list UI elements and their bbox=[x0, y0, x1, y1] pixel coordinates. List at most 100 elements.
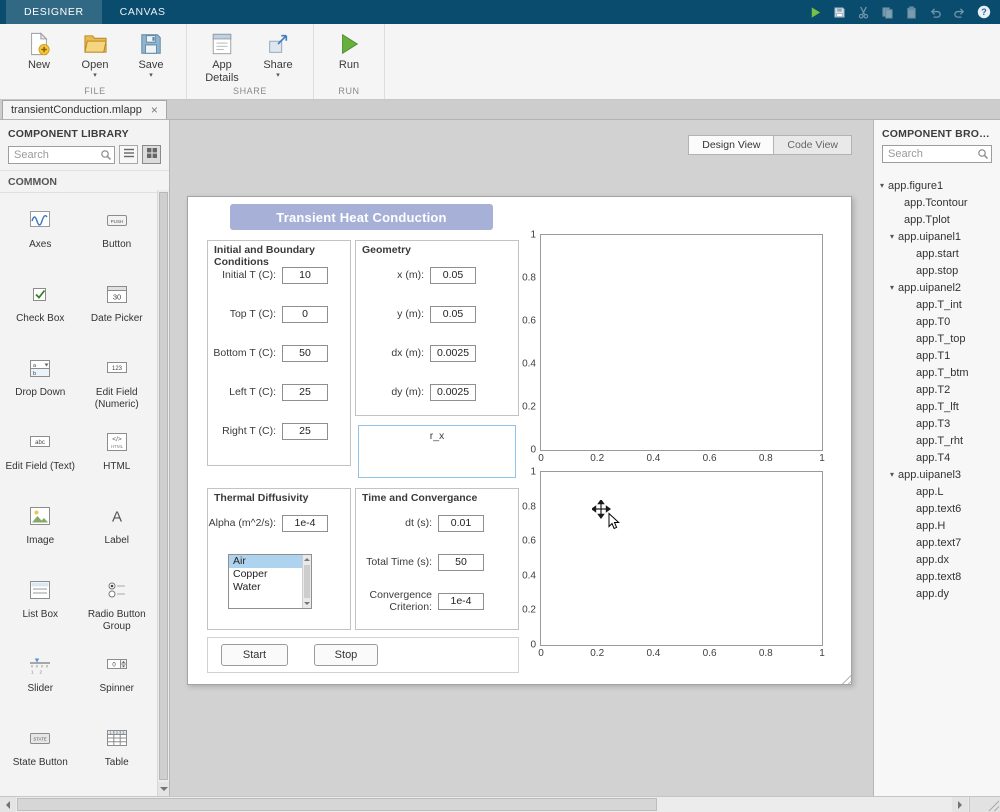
listbox-item-copper[interactable]: Copper bbox=[229, 568, 304, 581]
library-search-input[interactable] bbox=[8, 146, 115, 164]
library-item-slider[interactable]: 12Slider bbox=[2, 643, 79, 717]
listbox-item-water[interactable]: Water bbox=[229, 581, 304, 594]
selected-label-component[interactable]: r_x bbox=[358, 425, 516, 478]
cut-icon[interactable] bbox=[855, 4, 872, 21]
browser-search-input[interactable] bbox=[882, 145, 992, 163]
code-view-button[interactable]: Code View bbox=[774, 135, 852, 155]
dy-m-input[interactable] bbox=[430, 384, 476, 401]
design-view-button[interactable]: Design View bbox=[688, 135, 774, 155]
library-item-date-picker[interactable]: 30Date Picker bbox=[79, 273, 156, 347]
tree-item-app-text6[interactable]: app.text6 bbox=[874, 500, 1000, 517]
tree-expander-icon[interactable]: ▾ bbox=[880, 181, 884, 190]
tree-item-app-t-rht[interactable]: app.T_rht bbox=[874, 432, 1000, 449]
library-item-state-button[interactable]: STATEState Button bbox=[2, 717, 79, 791]
canvas-resize-handle[interactable] bbox=[838, 671, 851, 684]
left-t-c-input[interactable] bbox=[282, 384, 328, 401]
initial-t-c-input[interactable] bbox=[282, 267, 328, 284]
tree-expander-icon[interactable]: ▾ bbox=[890, 283, 894, 292]
open-button[interactable]: Open▾ bbox=[72, 28, 118, 79]
tree-item-app-stop[interactable]: app.stop bbox=[874, 262, 1000, 279]
redo-icon[interactable] bbox=[951, 4, 968, 21]
dt-s-input[interactable] bbox=[438, 515, 484, 532]
tree-item-app-h[interactable]: app.H bbox=[874, 517, 1000, 534]
save-icon[interactable] bbox=[831, 4, 848, 21]
y-m-input[interactable] bbox=[430, 306, 476, 323]
paste-icon[interactable] bbox=[903, 4, 920, 21]
panel-run-controls[interactable]: Start Stop bbox=[207, 637, 519, 673]
tree-item-app-t3[interactable]: app.T3 bbox=[874, 415, 1000, 432]
tree-item-app-l[interactable]: app.L bbox=[874, 483, 1000, 500]
scroll-left-icon[interactable] bbox=[0, 797, 16, 812]
scroll-down-icon[interactable] bbox=[158, 782, 169, 796]
library-item-edit-field-text[interactable]: abcEdit Field (Text) bbox=[2, 421, 79, 495]
panel-geometry[interactable]: Geometry x (m):y (m):dx (m):dy (m): bbox=[355, 240, 519, 416]
panel-initial-boundary-conditions[interactable]: Initial and Boundary Conditions Initial … bbox=[207, 240, 351, 466]
run-button[interactable]: Run bbox=[326, 28, 372, 72]
save-button[interactable]: Save▾ bbox=[128, 28, 174, 79]
app-details-button[interactable]: App Details bbox=[199, 28, 245, 84]
library-item-html[interactable]: </>HTMLHTML bbox=[79, 421, 156, 495]
x-m-input[interactable] bbox=[430, 267, 476, 284]
library-item-axes[interactable]: Axes bbox=[2, 199, 79, 273]
library-scrollbar-thumb[interactable] bbox=[159, 192, 168, 780]
tab-designer[interactable]: DESIGNER bbox=[6, 0, 102, 24]
top-t-c-input[interactable] bbox=[282, 306, 328, 323]
tree-item-app-uipanel2[interactable]: ▾app.uipanel2 bbox=[874, 279, 1000, 296]
tree-item-app-t-btm[interactable]: app.T_btm bbox=[874, 364, 1000, 381]
dx-m-input[interactable] bbox=[430, 345, 476, 362]
library-item-radio-button-group[interactable]: Radio Button Group bbox=[79, 569, 156, 643]
horizontal-scrollbar-thumb[interactable] bbox=[17, 798, 657, 811]
axes-bottom[interactable]: 10.80.60.40.2000.20.40.60.81 bbox=[540, 471, 823, 646]
tree-item-app-tplot[interactable]: app.Tplot bbox=[874, 211, 1000, 228]
listbox-scrollbar-thumb[interactable] bbox=[304, 565, 310, 598]
convergence-criterion-input[interactable] bbox=[438, 593, 484, 610]
library-section-common[interactable]: COMMON bbox=[0, 170, 169, 193]
tree-expander-icon[interactable]: ▾ bbox=[890, 232, 894, 241]
scroll-right-icon[interactable] bbox=[952, 797, 968, 812]
axes-top[interactable]: 10.80.60.40.2000.20.40.60.81 bbox=[540, 234, 823, 451]
library-item-edit-field-numeric[interactable]: 123Edit Field (Numeric) bbox=[79, 347, 156, 421]
library-item-table[interactable]: 123Table bbox=[79, 717, 156, 791]
tree-item-app-start[interactable]: app.start bbox=[874, 245, 1000, 262]
library-item-label[interactable]: ALabel bbox=[79, 495, 156, 569]
run-icon[interactable] bbox=[807, 4, 824, 21]
tree-item-app-t0[interactable]: app.T0 bbox=[874, 313, 1000, 330]
bottom-t-c-input[interactable] bbox=[282, 345, 328, 362]
listbox-item-air[interactable]: Air bbox=[229, 555, 304, 568]
tree-item-app-text7[interactable]: app.text7 bbox=[874, 534, 1000, 551]
document-tab[interactable]: transientConduction.mlapp × bbox=[2, 100, 167, 119]
scroll-down-icon[interactable] bbox=[303, 599, 311, 608]
tree-item-app-tcontour[interactable]: app.Tcontour bbox=[874, 194, 1000, 211]
help-icon[interactable]: ? bbox=[975, 4, 992, 21]
tree-item-app-t-lft[interactable]: app.T_lft bbox=[874, 398, 1000, 415]
tree-item-app-t-top[interactable]: app.T_top bbox=[874, 330, 1000, 347]
tree-item-app-uipanel3[interactable]: ▾app.uipanel3 bbox=[874, 466, 1000, 483]
grid-view-button[interactable] bbox=[142, 145, 161, 164]
right-t-c-input[interactable] bbox=[282, 423, 328, 440]
start-button[interactable]: Start bbox=[221, 644, 288, 666]
tree-item-app-text8[interactable]: app.text8 bbox=[874, 568, 1000, 585]
tree-expander-icon[interactable]: ▾ bbox=[890, 470, 894, 479]
list-view-button[interactable] bbox=[119, 145, 138, 164]
tree-item-app-uipanel1[interactable]: ▾app.uipanel1 bbox=[874, 228, 1000, 245]
window-resize-grip[interactable] bbox=[988, 800, 999, 811]
horizontal-scrollbar[interactable] bbox=[0, 796, 1000, 812]
library-item-list-box[interactable]: List Box bbox=[2, 569, 79, 643]
undo-icon[interactable] bbox=[927, 4, 944, 21]
panel-time-convergence[interactable]: Time and Convergance dt (s):Total Time (… bbox=[355, 488, 519, 630]
tree-item-app-t2[interactable]: app.T2 bbox=[874, 381, 1000, 398]
library-item-button[interactable]: PUSHButton bbox=[79, 199, 156, 273]
tree-item-app-dx[interactable]: app.dx bbox=[874, 551, 1000, 568]
tree-item-app-figure1[interactable]: ▾app.figure1 bbox=[874, 177, 1000, 194]
tree-item-app-t4[interactable]: app.T4 bbox=[874, 449, 1000, 466]
tree-item-app-t1[interactable]: app.T1 bbox=[874, 347, 1000, 364]
stop-button[interactable]: Stop bbox=[314, 644, 378, 666]
listbox-scrollbar[interactable] bbox=[302, 555, 311, 608]
new-button[interactable]: New bbox=[16, 28, 62, 72]
material-listbox[interactable]: AirCopperWater bbox=[228, 554, 312, 609]
library-item-drop-down[interactable]: abDrop Down bbox=[2, 347, 79, 421]
app-canvas[interactable]: Transient Heat Conduction Initial and Bo… bbox=[187, 196, 852, 685]
library-item-spinner[interactable]: 0Spinner bbox=[79, 643, 156, 717]
copy-icon[interactable] bbox=[879, 4, 896, 21]
library-item-image[interactable]: Image bbox=[2, 495, 79, 569]
